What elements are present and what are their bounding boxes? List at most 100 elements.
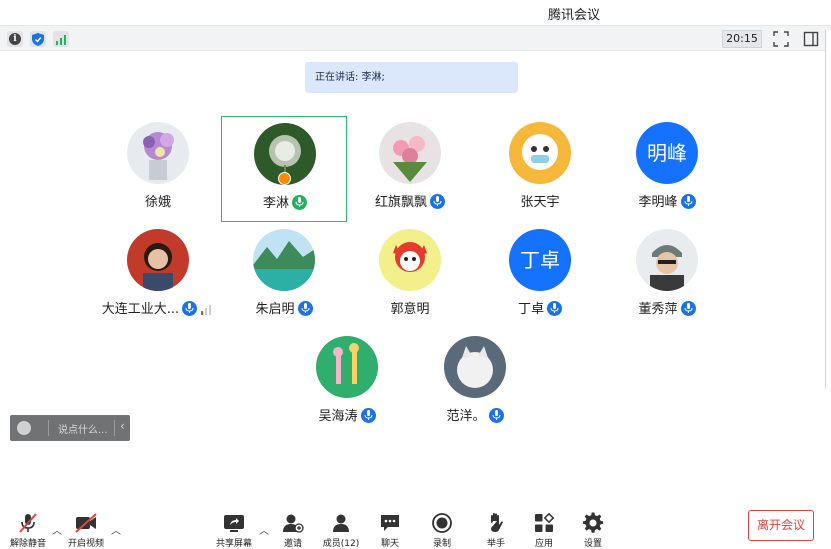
participant-name-row: 丁卓	[477, 298, 603, 317]
participant-name-row: 李明峰	[604, 191, 730, 210]
gear-icon	[582, 512, 604, 533]
share-screen-label: 共享屏幕	[215, 539, 252, 549]
participant-name-row: 红旗飘飘	[347, 191, 473, 210]
participant-name-row: 徐娥	[95, 191, 221, 210]
mic-icon	[430, 194, 445, 209]
share-screen-icon	[224, 515, 244, 532]
participant-name: 丁卓	[517, 302, 544, 317]
record-button[interactable]: 录制	[420, 512, 464, 549]
participant-name-row: 朱启明	[221, 298, 347, 317]
mic-icon	[680, 194, 696, 209]
apps-icon	[535, 512, 555, 532]
divider	[114, 420, 115, 436]
invite-label: 邀请	[283, 539, 302, 549]
participant-tile[interactable]: 范洋。	[412, 330, 538, 436]
participant-name: 范洋。	[446, 409, 486, 424]
right-panel-edge[interactable]	[825, 30, 831, 388]
shield-icon[interactable]	[30, 31, 46, 47]
participant-tile[interactable]: 红旗飘飘	[347, 116, 473, 222]
raise-hand-button[interactable]: 举手	[474, 512, 518, 549]
chevron-up-icon[interactable]: ︿	[111, 522, 121, 537]
members-label: 成员(12)	[322, 539, 360, 549]
participant-name: 郭意明	[390, 302, 430, 317]
avatar	[127, 229, 189, 291]
avatar	[379, 229, 441, 291]
chat-label: 聊天	[380, 539, 399, 549]
participant-name-row: 董秀萍	[604, 298, 730, 317]
share-screen-button[interactable]: 共享屏幕	[212, 512, 256, 549]
raise-hand-label: 举手	[486, 539, 505, 549]
fullscreen-icon[interactable]	[773, 31, 789, 47]
participant-tile[interactable]: 郭意明	[347, 223, 473, 329]
participant-name: 吴海涛	[318, 409, 358, 424]
participant-tile[interactable]: 朱启明	[221, 223, 347, 329]
unmute-label: 解除静音	[9, 539, 46, 549]
avatar: 明峰	[636, 122, 698, 184]
avatar: 丁卓	[509, 229, 571, 291]
signal-icon[interactable]	[53, 31, 69, 47]
meeting-timer: 20:15	[722, 30, 762, 48]
chat-input-bar[interactable]: 说点什么... ‹	[10, 415, 130, 441]
avatar	[444, 336, 506, 398]
chat-placeholder[interactable]: 说点什么...	[58, 421, 108, 436]
apps-label: 应用	[534, 539, 553, 549]
participant-name: 董秀萍	[638, 302, 678, 317]
avatar	[379, 122, 441, 184]
participant-tile-active[interactable]: 李淋	[221, 116, 347, 222]
chevron-up-icon[interactable]: ︿	[259, 522, 269, 537]
participant-tile[interactable]: 明峰 李明峰	[604, 116, 730, 222]
participant-name: 李淋	[262, 196, 289, 211]
leave-meeting-button[interactable]: 离开会议	[748, 510, 814, 541]
participant-tile[interactable]: 丁卓 丁卓	[477, 223, 603, 329]
participant-name-row: 范洋。	[412, 405, 538, 424]
participant-name: 徐娥	[144, 195, 171, 210]
emoji-icon[interactable]	[17, 421, 31, 435]
chevron-up-icon[interactable]: ︿	[52, 522, 62, 537]
participant-tile[interactable]: 大连工业大...	[95, 223, 221, 329]
hand-icon	[491, 513, 503, 532]
participant-tile[interactable]: 董秀萍	[604, 223, 730, 329]
participant-name-row: 大连工业大...	[87, 298, 227, 319]
host-badge-icon	[278, 172, 291, 185]
add-user-icon	[283, 514, 304, 533]
participant-name: 大连工业大...	[101, 302, 180, 317]
avatar	[253, 229, 315, 291]
info-icon[interactable]: i	[7, 31, 23, 47]
participant-name-row: 李淋	[222, 192, 348, 211]
video-off-icon	[75, 513, 97, 533]
weak-signal-icon	[201, 304, 212, 319]
record-label: 录制	[432, 539, 451, 549]
mic-muted-icon	[19, 513, 37, 533]
avatar	[509, 122, 571, 184]
video-label: 开启视频	[67, 539, 104, 549]
avatar	[316, 336, 378, 398]
sidebar-toggle-icon[interactable]	[803, 31, 819, 47]
participant-name-row: 郭意明	[347, 298, 473, 317]
participant-name: 红旗飘飘	[374, 195, 427, 210]
mic-speaking-icon	[292, 195, 307, 210]
settings-button[interactable]: 设置	[571, 512, 615, 549]
participant-name-row: 吴海涛	[284, 405, 410, 424]
members-button[interactable]: 成员(12)	[319, 512, 363, 549]
participant-name: 朱启明	[255, 302, 295, 317]
video-button[interactable]: 开启视频	[64, 512, 108, 549]
chevron-left-icon[interactable]: ‹	[120, 419, 125, 433]
participant-tile[interactable]: 张天宇	[477, 116, 603, 222]
settings-label: 设置	[583, 539, 602, 549]
participant-tile[interactable]: 吴海涛	[284, 330, 410, 436]
members-icon	[333, 514, 349, 532]
participant-name-row: 张天宇	[477, 191, 603, 210]
chat-button[interactable]: 聊天	[368, 512, 412, 549]
apps-button[interactable]: 应用	[522, 512, 566, 549]
avatar	[127, 122, 189, 184]
status-bar: i 20:15	[0, 25, 831, 51]
mic-icon	[297, 301, 313, 316]
invite-button[interactable]: 邀请	[271, 512, 315, 549]
mic-icon	[680, 301, 696, 316]
participant-tile[interactable]: 徐娥	[95, 116, 221, 222]
record-icon	[432, 513, 452, 533]
bottom-toolbar: 解除静音 ︿ 开启视频 ︿ 共享屏幕 ︿ 邀请 成员(12) 聊天 录制 举手 …	[0, 500, 831, 549]
unmute-button[interactable]: 解除静音	[6, 512, 50, 549]
title-bar: 腾讯会议	[0, 0, 831, 25]
avatar	[636, 229, 698, 291]
